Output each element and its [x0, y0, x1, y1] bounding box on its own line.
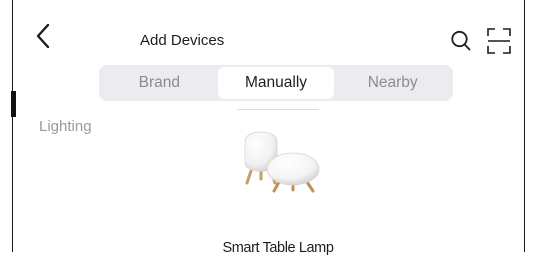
tab-nearby[interactable]: Nearby: [334, 67, 451, 99]
search-button[interactable]: [450, 29, 472, 53]
top-bar: Add Devices: [13, 0, 524, 60]
table-lamp-icon: [244, 131, 320, 193]
search-icon: [451, 30, 471, 51]
scan-frame-icon: [487, 28, 511, 54]
app-screen: Add Devices Brand Manually Nearby Lighti…: [12, 0, 525, 256]
tab-manually[interactable]: Manually: [217, 67, 335, 99]
mode-tabs: Brand Manually Nearby: [99, 65, 453, 101]
tab-brand[interactable]: Brand: [101, 67, 218, 99]
device-name: Smart Table Lamp: [222, 240, 334, 256]
device-card-smart-table-lamp[interactable]: Smart Table Lamp: [203, 125, 353, 256]
back-button[interactable]: [33, 22, 57, 50]
chevron-left-icon: [36, 23, 50, 49]
page-title: Add Devices: [140, 32, 225, 49]
tab-divider: [237, 109, 319, 110]
scroll-indicator: [11, 91, 16, 117]
scan-button[interactable]: [487, 28, 511, 54]
section-heading-lighting: Lighting: [39, 118, 92, 135]
